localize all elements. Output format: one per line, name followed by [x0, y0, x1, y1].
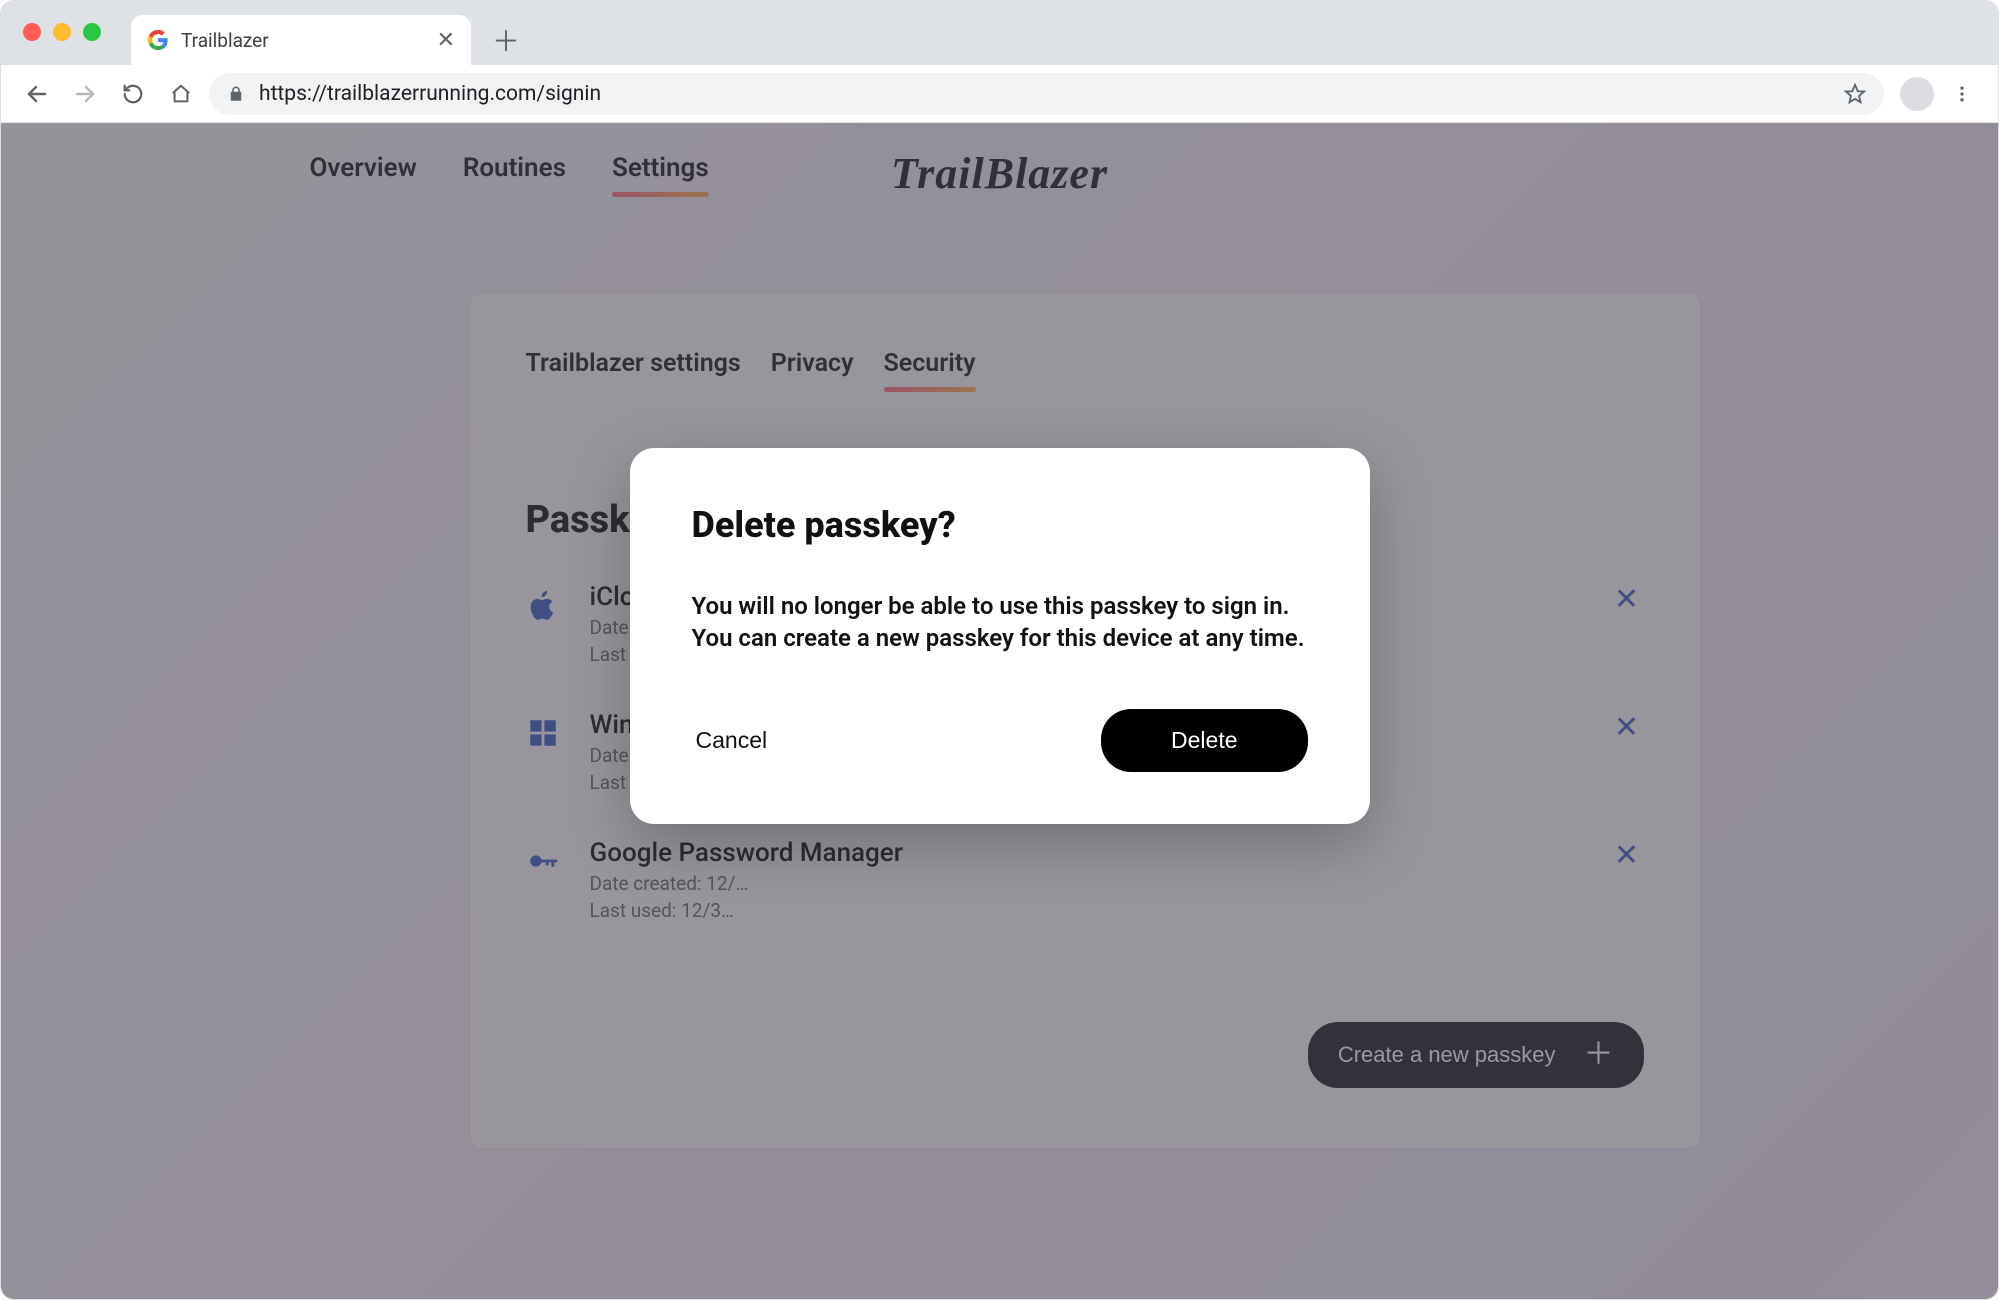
back-button[interactable]: [17, 74, 57, 114]
modal-body: You will no longer be able to use this p…: [692, 590, 1308, 655]
browser-menu-icon[interactable]: [1942, 74, 1982, 114]
delete-button[interactable]: Delete: [1101, 709, 1307, 772]
cancel-button[interactable]: Cancel: [692, 717, 772, 764]
url-text: https://trailblazerrunning.com/signin: [259, 82, 1830, 106]
favicon-icon: [147, 29, 169, 51]
modal-title: Delete passkey?: [692, 504, 1308, 546]
profile-avatar[interactable]: [1900, 77, 1934, 111]
lock-icon: [227, 85, 245, 103]
minimize-window-icon[interactable]: [53, 23, 71, 41]
home-button[interactable]: [161, 74, 201, 114]
address-bar[interactable]: https://trailblazerrunning.com/signin: [209, 73, 1884, 115]
new-tab-button[interactable]: ＋: [485, 19, 527, 61]
browser-toolbar: https://trailblazerrunning.com/signin: [1, 65, 1998, 123]
tab-title: Trailblazer: [181, 29, 269, 52]
delete-passkey-modal: Delete passkey? You will no longer be ab…: [630, 448, 1370, 824]
reload-button[interactable]: [113, 74, 153, 114]
forward-button[interactable]: [65, 74, 105, 114]
page-viewport: Overview Routines Settings TrailBlazer T…: [1, 123, 1998, 1299]
tab-strip: Trailblazer ✕ ＋: [1, 1, 1998, 65]
browser-window: Trailblazer ✕ ＋ https://trailblazerrunni…: [0, 0, 1999, 1300]
close-tab-icon[interactable]: ✕: [437, 28, 455, 53]
maximize-window-icon[interactable]: [83, 23, 101, 41]
browser-tab[interactable]: Trailblazer ✕: [131, 15, 471, 65]
bookmark-icon[interactable]: [1844, 83, 1866, 105]
close-window-icon[interactable]: [23, 23, 41, 41]
window-controls[interactable]: [23, 23, 101, 41]
modal-overlay[interactable]: Delete passkey? You will no longer be ab…: [1, 123, 1998, 1299]
